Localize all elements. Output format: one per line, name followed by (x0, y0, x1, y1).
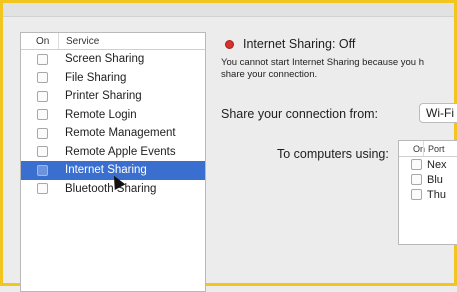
share-from-select[interactable]: Wi-Fi (419, 103, 457, 123)
service-row-screen-sharing[interactable]: Screen Sharing (21, 50, 205, 69)
service-checkbox[interactable] (37, 53, 48, 65)
service-list[interactable]: On Service Screen Sharing File Sharing P… (20, 32, 206, 292)
status-notice: You cannot start Internet Sharing becaus… (221, 57, 457, 81)
share-from-label: Share your connection from: (221, 107, 379, 121)
service-label: Internet Sharing (65, 164, 147, 177)
status-indicator-icon (225, 40, 234, 49)
ports-table[interactable]: On Port Nex Blu Thu (398, 140, 457, 245)
service-row-remote-management[interactable]: Remote Management (21, 124, 205, 143)
port-checkbox[interactable] (411, 159, 422, 170)
service-checkbox[interactable] (37, 183, 48, 195)
status-notice-line: share your connection. (221, 69, 318, 80)
service-checkbox[interactable] (37, 127, 48, 139)
column-header-on[interactable]: On (21, 36, 58, 47)
service-checkbox[interactable] (37, 164, 48, 176)
status-title: Internet Sharing: Off (243, 37, 356, 51)
service-row-printer-sharing[interactable]: Printer Sharing (21, 87, 205, 106)
column-header-service[interactable]: Service (58, 33, 99, 49)
service-label: Remote Management (65, 127, 176, 140)
screenshot-frame: On Service Screen Sharing File Sharing P… (0, 0, 457, 292)
window-toolbar-strip (3, 3, 454, 17)
port-label: Thu (427, 188, 446, 201)
status-notice-line: You cannot start Internet Sharing becaus… (221, 57, 424, 68)
port-checkbox[interactable] (411, 189, 422, 200)
service-checkbox[interactable] (37, 109, 48, 121)
service-checkbox[interactable] (37, 72, 48, 84)
service-list-header: On Service (21, 33, 205, 50)
ports-table-header: On Port (399, 141, 457, 157)
ports-column-header-on[interactable]: On (399, 144, 425, 154)
service-label: Remote Login (65, 108, 137, 121)
port-row[interactable]: Nex (399, 157, 457, 172)
service-label: File Sharing (65, 71, 127, 84)
service-row-remote-apple-events[interactable]: Remote Apple Events (21, 143, 205, 162)
service-checkbox[interactable] (37, 146, 48, 158)
port-row[interactable]: Thu (399, 187, 457, 202)
service-label: Remote Apple Events (65, 145, 176, 158)
service-label: Screen Sharing (65, 53, 145, 66)
service-row-remote-login[interactable]: Remote Login (21, 106, 205, 125)
port-label: Nex (427, 158, 447, 171)
service-label: Bluetooth Sharing (65, 182, 157, 195)
to-computers-label: To computers using: (277, 147, 389, 161)
port-checkbox[interactable] (411, 174, 422, 185)
ports-column-header-ports[interactable]: Port (423, 141, 445, 156)
service-label: Printer Sharing (65, 90, 142, 103)
service-checkbox[interactable] (37, 90, 48, 102)
port-row[interactable]: Blu (399, 172, 457, 187)
service-row-file-sharing[interactable]: File Sharing (21, 69, 205, 88)
port-label: Blu (427, 173, 443, 186)
